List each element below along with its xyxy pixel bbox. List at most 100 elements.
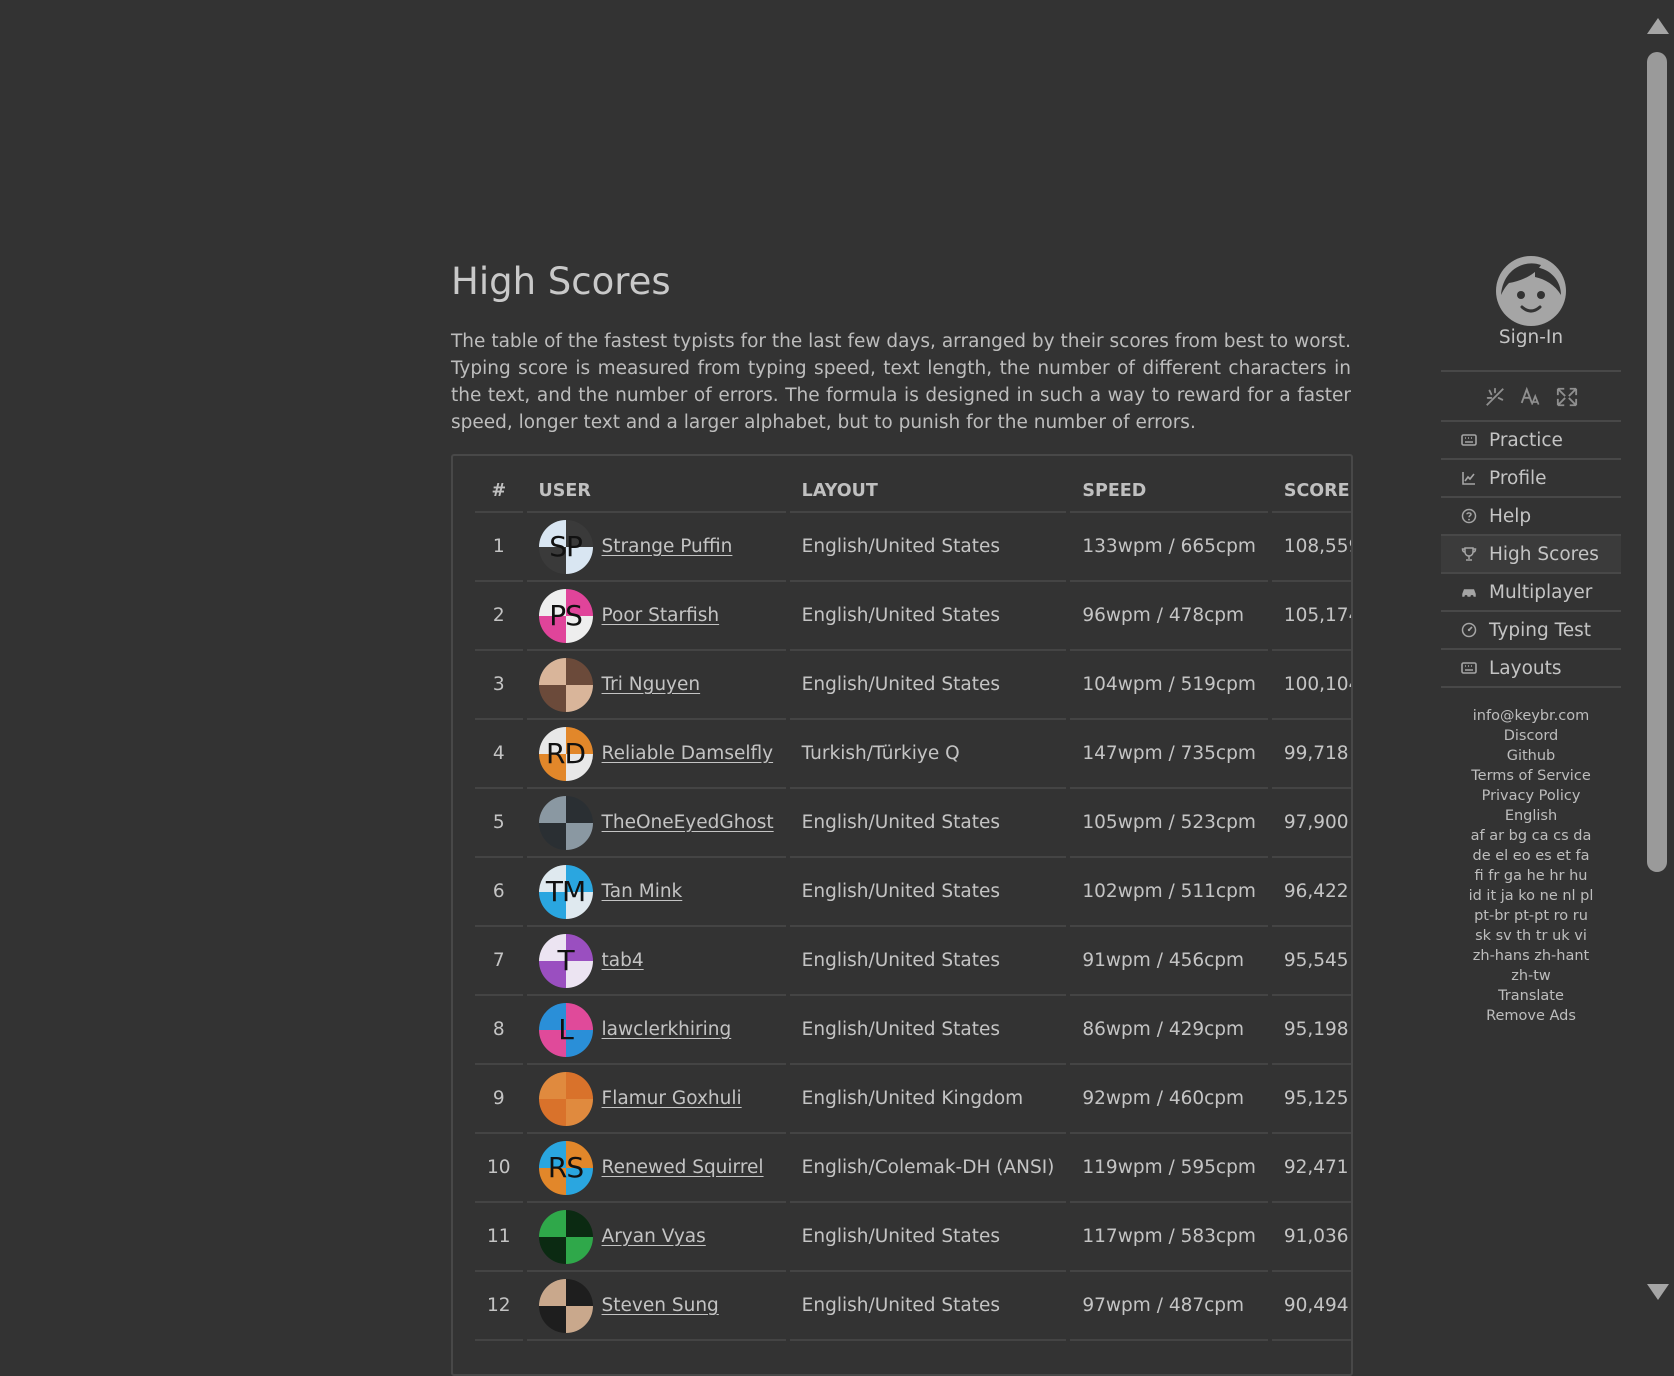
sidebar-item-multiplayer[interactable]: Multiplayer <box>1441 574 1621 612</box>
header-score: SCORE <box>1271 474 1351 513</box>
sidebar-item-profile[interactable]: Profile <box>1441 460 1621 498</box>
rank-cell: 11 <box>475 1203 523 1272</box>
footer-link[interactable]: zh-tw <box>1441 966 1621 986</box>
score-cell: 99,718 <box>1271 720 1351 789</box>
layout-cell: Turkish/Türkiye Q <box>789 720 1067 789</box>
score-cell: 95,125 <box>1271 1065 1351 1134</box>
user-link[interactable]: Reliable Damselfly <box>602 743 774 764</box>
user-link[interactable]: Strange Puffin <box>602 536 733 557</box>
avatar[interactable]: SP <box>538 519 593 574</box>
avatar[interactable]: L <box>538 1002 593 1057</box>
scroll-down-arrow-icon[interactable] <box>1647 1284 1669 1300</box>
footer-link[interactable]: zh-hans zh-hant <box>1441 946 1621 966</box>
sidebar-item-label: Multiplayer <box>1489 581 1593 603</box>
user-link[interactable]: Tan Mink <box>602 881 683 902</box>
avatar[interactable] <box>538 1209 593 1264</box>
footer-link[interactable]: info@keybr.com <box>1441 706 1621 726</box>
avatar[interactable]: RS <box>538 1140 593 1195</box>
avatar[interactable] <box>538 1071 593 1126</box>
footer-link[interactable]: de el eo es et fa <box>1441 846 1621 866</box>
user-cell: TheOneEyedGhost <box>526 789 786 858</box>
avatar[interactable] <box>538 1278 593 1333</box>
table-row: 1 SP Strange Puffin English/United States 13… <box>475 513 1351 582</box>
rank-cell: 2 <box>475 582 523 651</box>
user-link[interactable]: Poor Starfish <box>602 605 720 626</box>
scrollbar[interactable] <box>1640 0 1674 1319</box>
footer-link[interactable]: English <box>1441 806 1621 826</box>
footer-link[interactable]: Github <box>1441 746 1621 766</box>
user-link[interactable]: Aryan Vyas <box>602 1226 706 1247</box>
footer-link[interactable]: sk sv th tr uk vi <box>1441 926 1621 946</box>
speed-cell: 102wpm / 511cpm <box>1070 858 1268 927</box>
scrollbar-thumb[interactable] <box>1647 52 1667 872</box>
speed-cell: 119wpm / 595cpm <box>1070 1134 1268 1203</box>
page-title: High Scores <box>451 260 671 303</box>
user-link[interactable]: TheOneEyedGhost <box>602 812 774 833</box>
user-link[interactable]: Tri Nguyen <box>602 674 701 695</box>
header-speed: SPEED <box>1070 474 1268 513</box>
user-link[interactable]: lawclerkhiring <box>602 1019 732 1040</box>
footer-links: info@keybr.com Discord Github Terms of Serv… <box>1441 706 1621 1026</box>
speed-cell: 96wpm / 478cpm <box>1070 582 1268 651</box>
avatar[interactable] <box>538 657 593 712</box>
score-cell: 105,174 <box>1271 582 1351 651</box>
sign-in[interactable]: Sign-In <box>1441 255 1621 348</box>
footer-link[interactable]: Discord <box>1441 726 1621 746</box>
layout-cell: English/United States <box>789 858 1067 927</box>
rank-cell: 1 <box>475 513 523 582</box>
scroll-up-arrow-icon[interactable] <box>1647 18 1669 34</box>
footer-link[interactable]: pt-br pt-pt ro ru <box>1441 906 1621 926</box>
avatar[interactable]: TM <box>538 864 593 919</box>
keyboard-icon <box>1461 660 1477 676</box>
footer-link[interactable]: fi fr ga he hr hu <box>1441 866 1621 886</box>
user-cell: Steven Sung <box>526 1272 786 1341</box>
sidebar-item-label: Profile <box>1489 467 1547 489</box>
layout-cell: English/United States <box>789 996 1067 1065</box>
footer-link[interactable]: Translate <box>1441 986 1621 1006</box>
user-link[interactable]: tab4 <box>602 950 644 971</box>
footer-link[interactable]: Terms of Service <box>1441 766 1621 786</box>
user-cell: Ttab4 <box>526 927 786 996</box>
rank-cell: 4 <box>475 720 523 789</box>
sidebar-item-high-scores[interactable]: High Scores <box>1441 536 1621 574</box>
table-header-row: # USER LAYOUT SPEED SCORE <box>475 474 1351 513</box>
user-link[interactable]: Flamur Goxhuli <box>602 1088 742 1109</box>
user-link[interactable]: Renewed Squirrel <box>602 1157 764 1178</box>
font-size-icon[interactable] <box>1520 384 1542 410</box>
avatar[interactable]: RD <box>538 726 593 781</box>
sidebar-item-typing-test[interactable]: Typing Test <box>1441 612 1621 650</box>
speed-cell: 104wpm / 519cpm <box>1070 651 1268 720</box>
sign-in-label[interactable]: Sign-In <box>1441 327 1621 348</box>
score-cell: 95,545 <box>1271 927 1351 996</box>
footer-link[interactable]: Privacy Policy <box>1441 786 1621 806</box>
rank-cell: 9 <box>475 1065 523 1134</box>
sidebar-item-help[interactable]: Help <box>1441 498 1621 536</box>
trophy-icon <box>1461 546 1477 562</box>
avatar[interactable] <box>538 795 593 850</box>
sidebar-item-label: Help <box>1489 505 1532 527</box>
table-row: 6 TM Tan Mink English/United States 102wpm /… <box>475 858 1351 927</box>
layout-cell: English/United Kingdom <box>789 1065 1067 1134</box>
avatar[interactable]: PS <box>538 588 593 643</box>
sidebar-item-layouts[interactable]: Layouts <box>1441 650 1621 688</box>
effects-off-icon[interactable] <box>1484 384 1506 410</box>
layout-cell: English/United States <box>789 927 1067 996</box>
header-rank: # <box>475 474 523 513</box>
user-cell: Tri Nguyen <box>526 651 786 720</box>
user-link[interactable]: Steven Sung <box>602 1295 719 1316</box>
avatar-initials: PS <box>549 599 583 632</box>
rank-cell: 3 <box>475 651 523 720</box>
user-face-icon[interactable] <box>1495 255 1567 327</box>
avatar[interactable]: T <box>538 933 593 988</box>
sidebar-item-practice[interactable]: Practice <box>1441 420 1621 460</box>
fullscreen-icon[interactable] <box>1556 384 1578 410</box>
layout-cell: English/Colemak-DH (ANSI) <box>789 1134 1067 1203</box>
rank-cell: 12 <box>475 1272 523 1341</box>
footer-link[interactable]: af ar bg ca cs da <box>1441 826 1621 846</box>
footer-link[interactable]: id it ja ko ne nl pl <box>1441 886 1621 906</box>
user-cell: RD Reliable Damselfly <box>526 720 786 789</box>
rank-cell: 6 <box>475 858 523 927</box>
footer-link[interactable]: Remove Ads <box>1441 1006 1621 1026</box>
score-cell: 108,559 <box>1271 513 1351 582</box>
rank-cell: 7 <box>475 927 523 996</box>
